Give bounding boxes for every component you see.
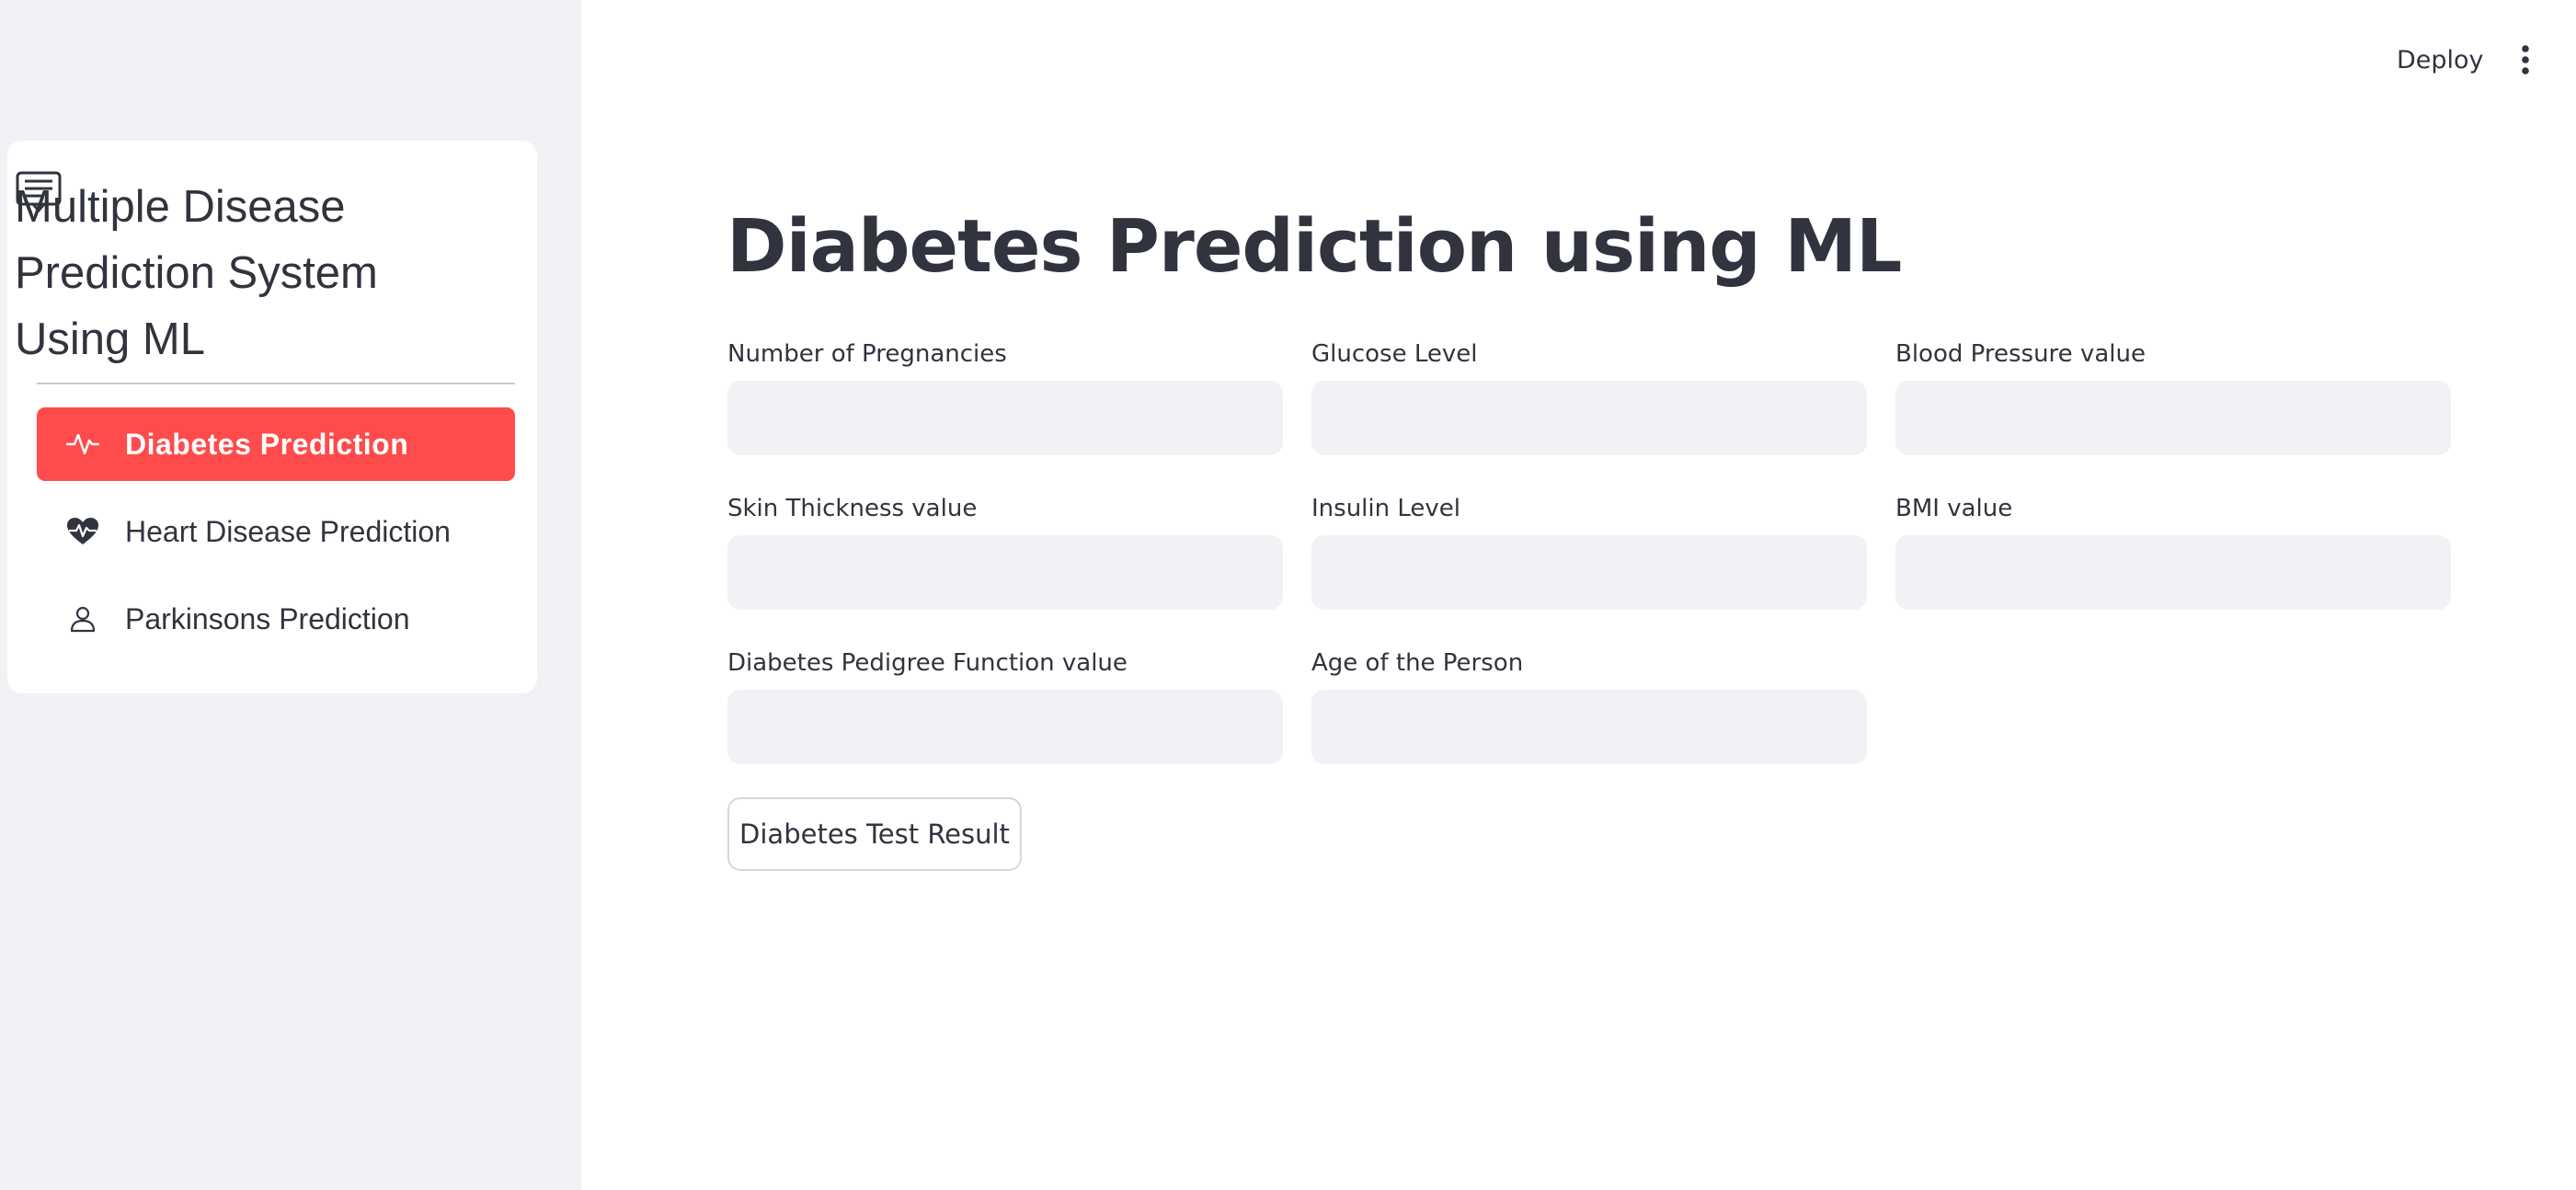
pedigree-field: Diabetes Pedigree Function value (727, 649, 1283, 764)
menu-header: Multiple Disease Prediction System Using… (15, 171, 518, 372)
age-field: Age of the Person (1311, 649, 1867, 764)
pedigree-input[interactable] (727, 690, 1283, 764)
diabetes-test-result-button[interactable]: Diabetes Test Result (727, 797, 1022, 871)
menu-item-parkinsons-prediction[interactable]: Parkinsons Prediction (37, 582, 515, 656)
kebab-menu-icon[interactable] (2509, 37, 2542, 83)
menu-divider (37, 383, 515, 384)
insulin-input[interactable] (1311, 535, 1867, 610)
menu-item-label: Heart Disease Prediction (125, 514, 451, 548)
field-label: Skin Thickness value (727, 495, 978, 522)
newspaper-icon (15, 170, 63, 213)
skin-thickness-field: Skin Thickness value (727, 495, 1283, 610)
menu-item-heart-disease-prediction[interactable]: Heart Disease Prediction (37, 495, 515, 568)
blood-pressure-field: Blood Pressure value (1895, 340, 2451, 455)
skin-thickness-input[interactable] (727, 535, 1283, 610)
menu-item-diabetes-prediction[interactable]: Diabetes Prediction (37, 407, 515, 481)
menu-title: Multiple Disease Prediction System Using… (15, 182, 378, 364)
field-label: Age of the Person (1311, 649, 1524, 677)
field-label: Blood Pressure value (1895, 340, 2146, 368)
field-label: Diabetes Pedigree Function value (727, 649, 1128, 677)
menu-item-label: Parkinsons Prediction (125, 601, 410, 635)
field-label: BMI value (1895, 495, 2013, 522)
bmi-input[interactable] (1895, 535, 2451, 610)
bmi-field: BMI value (1895, 495, 2451, 610)
glucose-field: Glucose Level (1311, 340, 1867, 455)
glucose-input[interactable] (1311, 381, 1867, 455)
field-label: Number of Pregnancies (727, 340, 1007, 368)
pregnancies-input[interactable] (727, 381, 1283, 455)
field-label: Insulin Level (1311, 495, 1460, 522)
age-input[interactable] (1311, 690, 1867, 764)
option-menu: Multiple Disease Prediction System Using… (7, 141, 537, 693)
deploy-button[interactable]: Deploy (2382, 37, 2499, 83)
sidebar: Multiple Disease Prediction System Using… (0, 0, 581, 1190)
pregnancies-field: Number of Pregnancies (727, 340, 1283, 455)
blood-pressure-input[interactable] (1895, 381, 2451, 455)
field-label: Glucose Level (1311, 340, 1478, 368)
page-title: Diabetes Prediction using ML (727, 204, 1902, 289)
heart-pulse-icon (64, 513, 101, 550)
activity-icon (64, 426, 101, 463)
person-icon (64, 601, 101, 637)
menu-item-label: Diabetes Prediction (125, 427, 409, 461)
insulin-field: Insulin Level (1311, 495, 1867, 610)
